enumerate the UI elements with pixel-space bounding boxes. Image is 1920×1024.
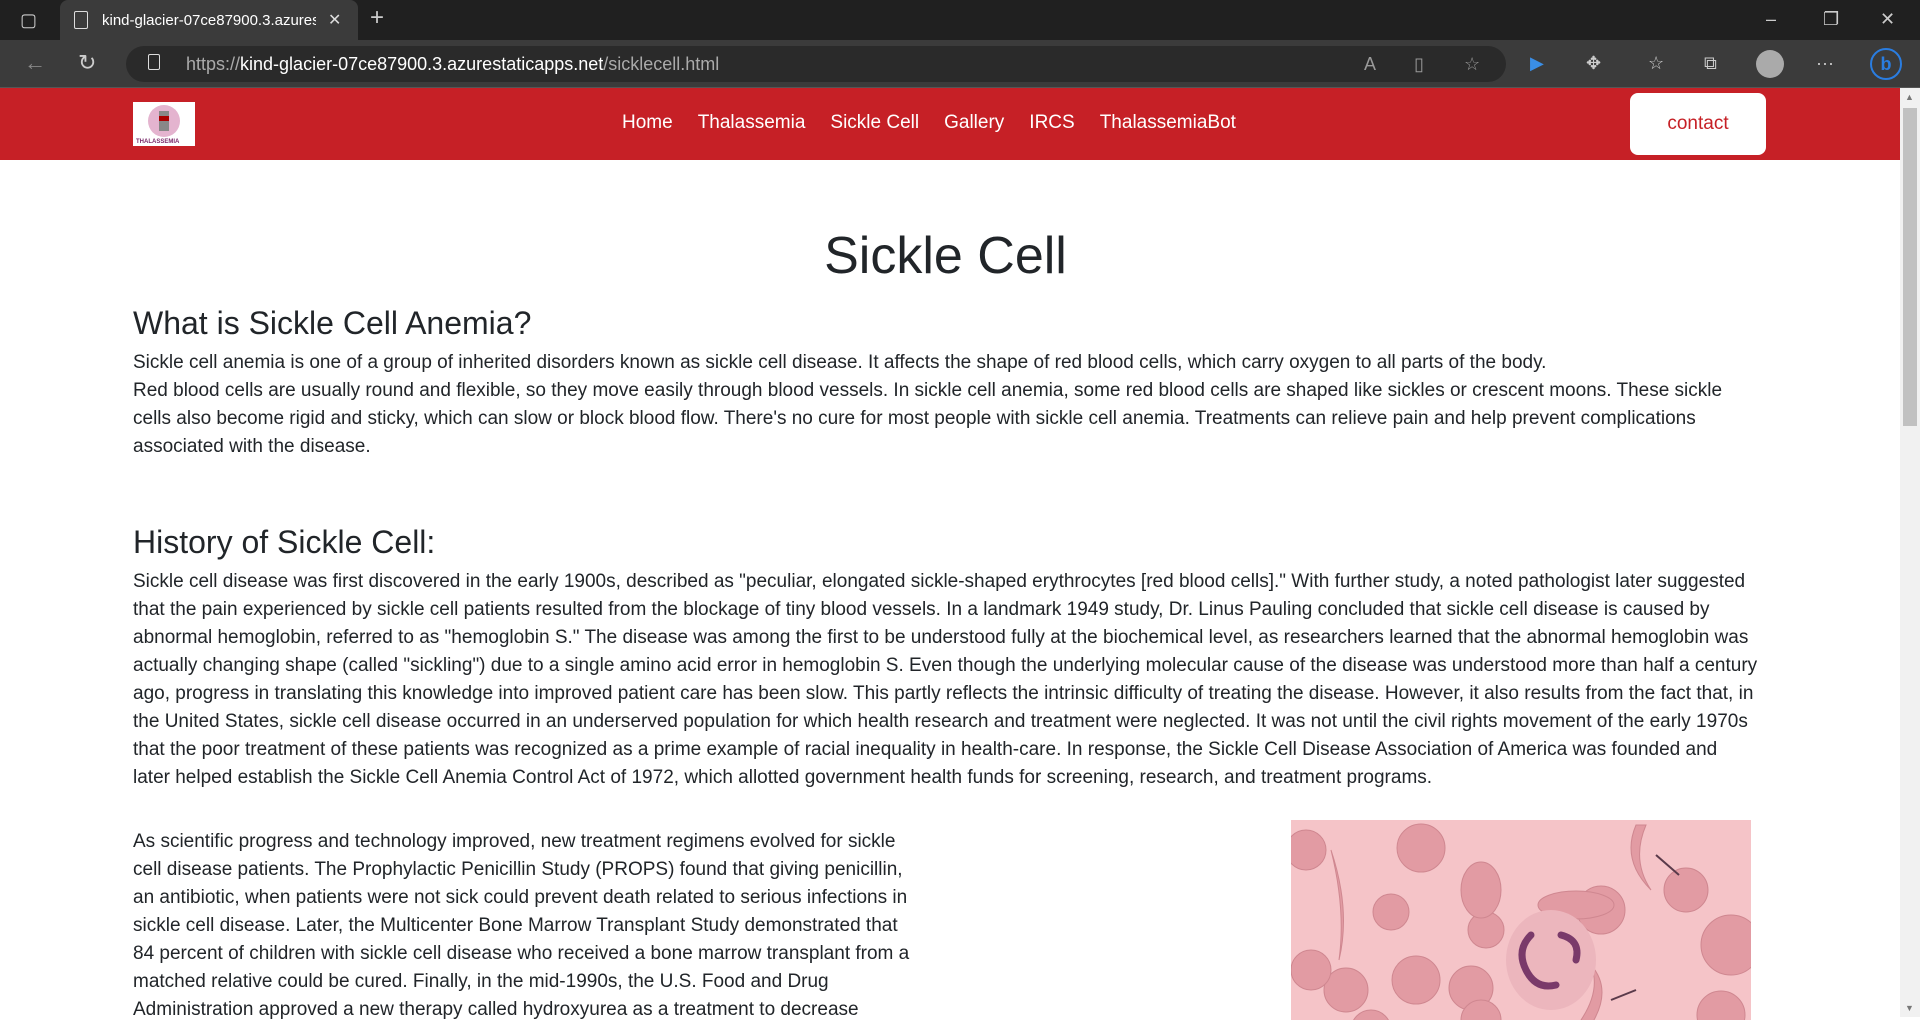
url-prefix: https://	[186, 54, 241, 74]
browser-tab-bar: ▢ kind-glacier-07ce87900.3.azurestaticap…	[0, 0, 1920, 40]
nav-thalassemiabot[interactable]: ThalassemiaBot	[1100, 112, 1236, 134]
page-scrollbar[interactable]: ▲ ▼	[1900, 88, 1920, 1017]
refresh-icon[interactable]: ↻	[78, 52, 96, 74]
read-aloud-icon[interactable]: A	[1364, 54, 1376, 74]
close-window-icon[interactable]: ✕	[1880, 9, 1895, 29]
restore-icon[interactable]: ❐	[1823, 9, 1839, 29]
url-host: kind-glacier-07ce87900.3.azurestaticapps…	[240, 54, 604, 74]
extensions-icon[interactable]: ✥	[1586, 53, 1601, 73]
sickle-cell-micrograph	[1291, 820, 1751, 1020]
url-path: /sicklecell.html	[603, 54, 720, 74]
collections-icon[interactable]: ⧉	[1704, 53, 1717, 73]
section-heading-history: History of Sickle Cell:	[133, 524, 436, 560]
nav-ircs[interactable]: IRCS	[1029, 112, 1074, 134]
bing-icon[interactable]: b	[1870, 48, 1902, 80]
minimize-icon[interactable]: –	[1766, 9, 1776, 29]
nav-sickle-cell[interactable]: Sickle Cell	[830, 112, 919, 134]
paragraph: Sickle cell anemia is one of a group of …	[133, 352, 1547, 373]
lock-icon	[148, 54, 160, 70]
scroll-up-icon[interactable]: ▲	[1905, 92, 1914, 102]
paragraph: As scientific progress and technology im…	[133, 831, 910, 1020]
nav-gallery[interactable]: Gallery	[944, 112, 1004, 134]
nav-menu: Home Thalassemia Sickle Cell Gallery IRC…	[622, 112, 1236, 134]
scrollbar-thumb[interactable]	[1903, 108, 1917, 426]
site-logo[interactable]: THALASSEMIA	[133, 102, 195, 146]
contact-button[interactable]: contact	[1630, 93, 1766, 155]
scroll-down-icon[interactable]: ▼	[1905, 1003, 1914, 1013]
browser-tab[interactable]: kind-glacier-07ce87900.3.azurestaticapps…	[60, 0, 358, 40]
back-icon[interactable]: ←	[24, 52, 46, 74]
logo-text: THALASSEMIA	[136, 139, 180, 145]
more-menu-icon[interactable]: ···	[1816, 53, 1834, 73]
tab-title: kind-glacier-07ce87900.3.azurestaticapps…	[102, 11, 316, 29]
section-heading-what-is: What is Sickle Cell Anemia?	[133, 305, 532, 341]
site-navbar: THALASSEMIA Home Thalassemia Sickle Cell…	[0, 88, 1900, 160]
copilot-icon[interactable]: ▶	[1530, 53, 1544, 73]
favorites-icon[interactable]: ☆	[1648, 53, 1664, 73]
nav-home[interactable]: Home	[622, 112, 673, 134]
page-title: Sickle Cell	[824, 227, 1067, 285]
close-tab-icon[interactable]: ✕	[328, 10, 341, 30]
address-toolbar: ← ↻ https://kind-glacier-07ce87900.3.azu…	[0, 40, 1920, 88]
immersive-reader-icon[interactable]: ▯	[1414, 54, 1424, 74]
paragraph: Sickle cell disease was first discovered…	[133, 571, 1758, 788]
sidebar-toggle-icon[interactable]: ▢	[20, 10, 37, 30]
address-bar[interactable]: https://kind-glacier-07ce87900.3.azurest…	[126, 46, 1506, 82]
profile-avatar-icon[interactable]	[1756, 50, 1784, 78]
new-tab-icon[interactable]: +	[370, 6, 384, 30]
favorite-star-icon[interactable]: ☆	[1464, 54, 1480, 74]
nav-thalassemia[interactable]: Thalassemia	[698, 112, 806, 134]
page-icon	[74, 11, 88, 29]
paragraph: Red blood cells are usually round and fl…	[133, 380, 1723, 457]
